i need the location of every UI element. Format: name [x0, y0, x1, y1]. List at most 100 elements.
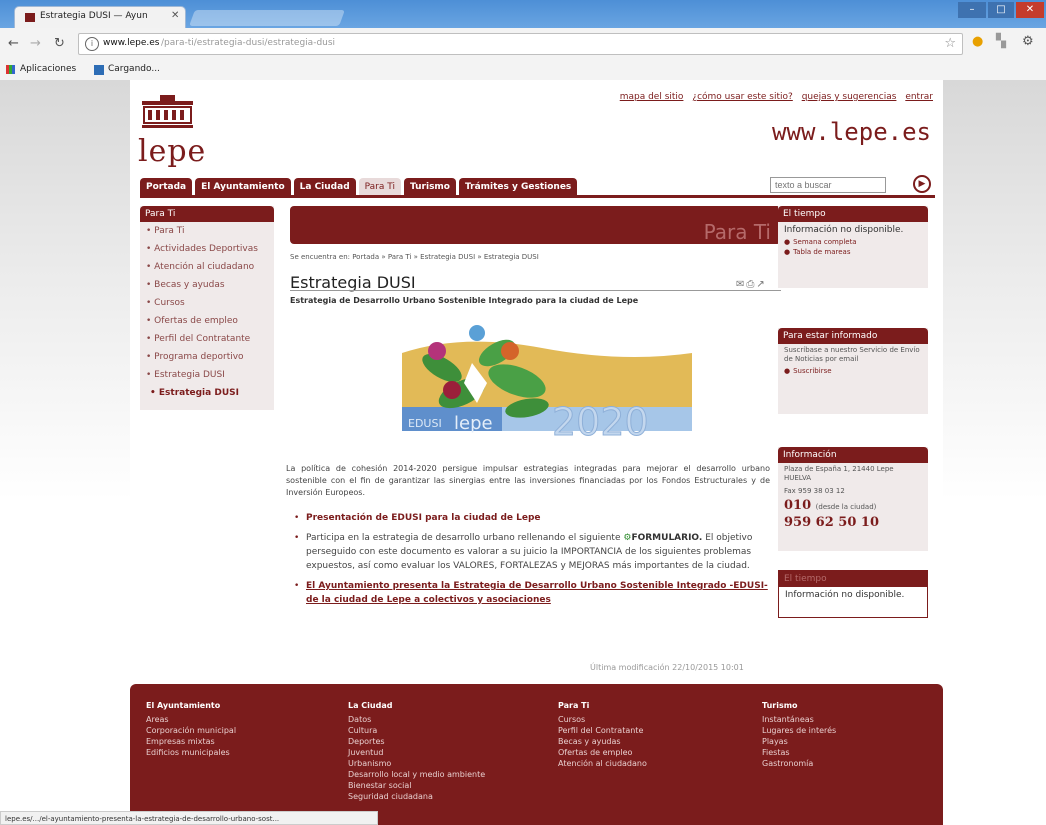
back-icon[interactable]: ← — [8, 36, 19, 51]
reload-icon[interactable]: ↻ — [54, 36, 65, 51]
search-icon[interactable]: ▶ — [913, 175, 931, 193]
footer-link[interactable]: Becas y ayudas — [558, 736, 647, 747]
left-nav-item[interactable]: • Estrategia DUSI — [140, 366, 274, 384]
favicon-icon — [25, 13, 35, 22]
footer-col-para-ti: Para Ti Cursos Perfil del Contratante Be… — [558, 700, 647, 769]
footer-link[interactable]: Lugares de interés — [762, 725, 836, 736]
close-window-button[interactable]: ✕ — [1016, 2, 1044, 18]
browser-tab[interactable]: Estrategia DUSI — Ayun ✕ — [14, 6, 186, 28]
minimize-button[interactable]: – — [958, 2, 986, 18]
extension-icon[interactable]: ● — [972, 34, 983, 49]
menu-item-ciudad[interactable]: La Ciudad — [293, 178, 356, 196]
menu-item-para-ti[interactable]: Para Ti — [358, 178, 401, 196]
footer-col-ayuntamiento: El Ayuntamiento Areas Corporación munici… — [146, 700, 236, 758]
footer-link[interactable]: Datos — [348, 714, 485, 725]
site-container: lepe mapa del sitio ¿cómo usar este siti… — [130, 80, 943, 825]
left-nav-item[interactable]: • Atención al ciudadano — [140, 258, 274, 276]
footer-heading[interactable]: La Ciudad — [348, 700, 485, 711]
extra-info-box: El tiempo Información no disponible. — [778, 570, 928, 618]
tides-link[interactable]: Tabla de mareas — [778, 247, 928, 257]
bookmark-loading[interactable]: Cargando... — [108, 64, 160, 74]
footer-link[interactable]: Juventud — [348, 747, 485, 758]
menu-item-portada[interactable]: Portada — [140, 178, 193, 196]
search-input[interactable] — [770, 177, 886, 193]
subscribe-link[interactable]: Suscribirse — [778, 366, 928, 376]
weather-title: El tiempo — [778, 206, 928, 222]
footer-link[interactable]: Perfil del Contratante — [558, 725, 647, 736]
extension-icon-2[interactable]: ▚ — [996, 34, 1006, 49]
footer-link[interactable]: Corporación municipal — [146, 725, 236, 736]
address-bar[interactable]: i www.lepe.es /para-ti/estrategia-dusi/e… — [78, 33, 963, 55]
contact-phone: 959 62 50 10 — [784, 515, 879, 530]
url-path: /para-ti/estrategia-dusi/estrategia-dusi — [161, 38, 336, 48]
status-bar: lepe.es/.../el-ayuntamiento-presenta-la-… — [0, 811, 378, 825]
new-tab-button[interactable] — [189, 10, 345, 26]
footer-link[interactable]: Empresas mixtas — [146, 736, 236, 747]
footer-link[interactable]: Deportes — [348, 736, 485, 747]
newsletter-box: Para estar informado Suscríbase a nuestr… — [778, 328, 928, 414]
presentation-news-link[interactable]: El Ayuntamiento presenta la Estrategia d… — [306, 581, 768, 605]
footer-link[interactable]: Edificios municipales — [146, 747, 236, 758]
forward-icon[interactable]: → — [30, 36, 41, 51]
footer-link[interactable]: Urbanismo — [348, 758, 485, 769]
left-nav-item[interactable]: • Perfil del Contratante — [140, 330, 274, 348]
contact-phone-local: 010 (desde la ciudad) — [784, 498, 877, 513]
participate-text: Participa en la estrategia de desarrollo… — [306, 533, 621, 543]
login-link[interactable]: entrar — [905, 92, 933, 102]
footer-link[interactable]: Ofertas de empleo — [558, 747, 647, 758]
footer-heading[interactable]: Turismo — [762, 700, 836, 711]
footer-link[interactable]: Cultura — [348, 725, 485, 736]
footer-link[interactable]: Desarrollo local y medio ambiente — [348, 769, 485, 780]
town-hall-logo-icon[interactable] — [140, 95, 195, 133]
info-icon[interactable]: i — [85, 37, 99, 51]
menu-item-ayuntamiento[interactable]: El Ayuntamiento — [195, 178, 291, 196]
footer-link[interactable]: Instantáneas — [762, 714, 836, 725]
left-nav-item[interactable]: • Becas y ayudas — [140, 276, 274, 294]
maximize-button[interactable]: □ — [988, 2, 1014, 18]
footer-link[interactable]: Seguridad ciudadana — [348, 791, 485, 802]
bookmark-apps[interactable]: Aplicaciones — [20, 64, 76, 74]
logo-lepe-text: lepe — [454, 413, 493, 434]
banner-text: Para Ti — [703, 220, 771, 244]
presentation-link[interactable]: Presentación de EDUSI para la ciudad de … — [306, 513, 541, 523]
title-divider — [290, 290, 781, 291]
email-icon[interactable]: ✉ — [736, 279, 746, 290]
footer-heading[interactable]: El Ayuntamiento — [146, 700, 236, 711]
footer-link[interactable]: Fiestas — [762, 747, 836, 758]
print-icon[interactable]: ⎙ — [746, 279, 756, 290]
footer-link[interactable]: Areas — [146, 714, 236, 725]
footer-link[interactable]: Playas — [762, 736, 836, 747]
tab-close-icon[interactable]: ✕ — [171, 10, 179, 21]
left-nav-item[interactable]: • Actividades Deportivas — [140, 240, 274, 258]
footer-link[interactable]: Atención al ciudadano — [558, 758, 647, 769]
left-nav-item[interactable]: • Para Ti — [140, 222, 274, 240]
week-forecast-link[interactable]: Semana completa — [778, 237, 928, 247]
footer-heading[interactable]: Para Ti — [558, 700, 647, 711]
left-nav-item[interactable]: • Ofertas de empleo — [140, 312, 274, 330]
footer-link[interactable]: Bienestar social — [348, 780, 485, 791]
menu-item-turismo[interactable]: Turismo — [403, 178, 456, 196]
left-nav-item[interactable]: • Programa deportivo — [140, 348, 274, 366]
footer-link[interactable]: Gastronomía — [762, 758, 836, 769]
star-icon[interactable]: ☆ — [944, 36, 956, 51]
sitemap-link[interactable]: mapa del sitio — [620, 92, 684, 102]
browser-toolbar: ← → ↻ i www.lepe.es /para-ti/estrategia-… — [0, 28, 1046, 61]
breadcrumb: Se encuentra en: Portada » Para Ti » Est… — [290, 253, 539, 261]
footer-link[interactable]: Cursos — [558, 714, 647, 725]
left-nav-item[interactable]: • Cursos — [140, 294, 274, 312]
form-link[interactable]: FORMULARIO. — [631, 533, 702, 543]
complaints-link[interactable]: quejas y sugerencias — [802, 92, 897, 102]
share-icon[interactable]: ↗ — [756, 279, 766, 290]
edusi-logo-image: EDUSI lepe 2020 — [402, 325, 692, 441]
last-modified: Última modificación 22/10/2015 10:01 — [590, 663, 744, 672]
main-menu: Portada El Ayuntamiento La Ciudad Para T… — [140, 178, 580, 196]
left-nav-subitem-active[interactable]: • Estrategia DUSI — [140, 384, 274, 402]
apps-icon — [6, 65, 15, 74]
menu-item-tramites[interactable]: Trámites y Gestiones — [458, 178, 578, 196]
site-logo-text[interactable]: lepe — [138, 134, 206, 169]
how-to-use-link[interactable]: ¿cómo usar este sitio? — [692, 92, 793, 102]
contact-title: Información — [778, 447, 928, 463]
tab-title: Estrategia DUSI — Ayun — [40, 11, 148, 21]
menu-icon[interactable]: ⚙ — [1022, 34, 1034, 49]
page-tools: ✉⎙↗ — [736, 279, 767, 290]
